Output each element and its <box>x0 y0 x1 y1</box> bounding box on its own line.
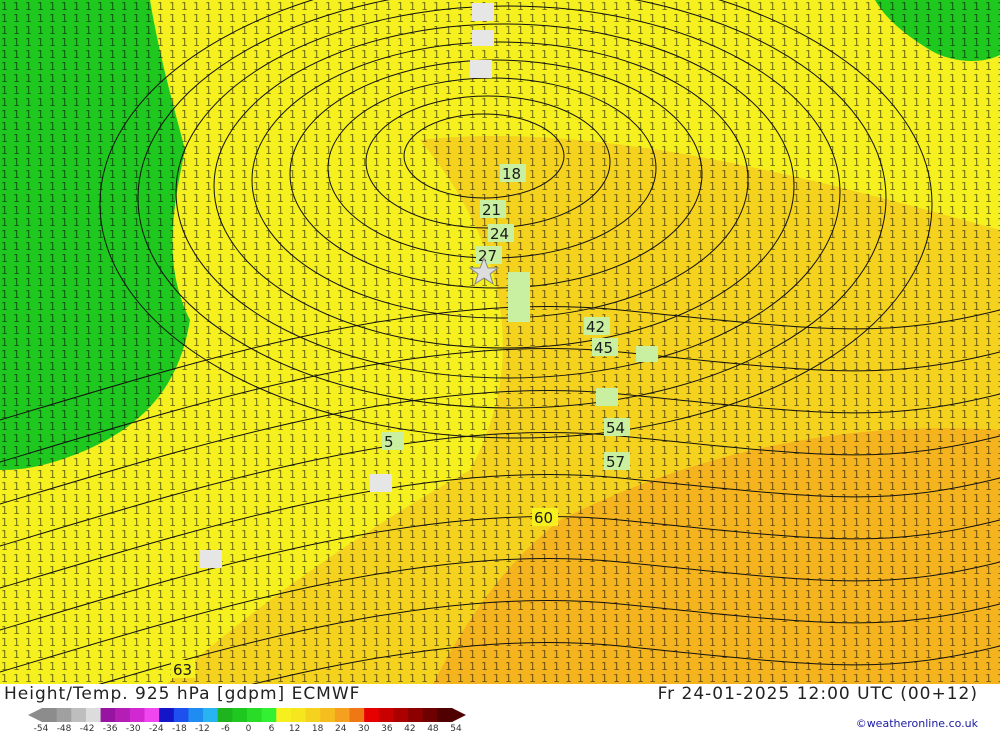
station-box <box>370 474 392 492</box>
contour-label: 45 <box>594 339 613 357</box>
legend-swatch <box>203 708 219 722</box>
legend-swatch <box>247 708 263 722</box>
legend-swatch <box>408 708 424 722</box>
contour-label: 27 <box>478 247 497 265</box>
legend-arrow-left <box>28 708 42 722</box>
legend-swatch <box>349 708 365 722</box>
contour-label: 54 <box>606 419 625 437</box>
legend-swatch <box>188 708 204 722</box>
station-box <box>470 60 492 78</box>
contour-label: 63 <box>173 661 192 679</box>
legend-swatch <box>100 708 116 722</box>
contour-label: 24 <box>490 225 509 243</box>
legend-swatch <box>85 708 102 722</box>
label-box <box>508 272 530 322</box>
credit-link[interactable]: ©weatheronline.co.uk <box>856 717 978 730</box>
legend-swatch <box>276 708 292 722</box>
weather-map: 1 18 21 24 27 <box>0 0 1000 690</box>
legend-swatch <box>232 708 248 722</box>
station-box <box>472 3 494 21</box>
legend-swatch <box>305 708 321 722</box>
legend-swatch <box>71 708 87 722</box>
legend-swatch <box>378 708 394 722</box>
map-canvas: 1 18 21 24 27 <box>0 0 1000 690</box>
legend-swatch <box>115 708 131 722</box>
contour-label: 57 <box>606 453 625 471</box>
map-title: Height/Temp. 925 hPa [gdpm] ECMWF <box>4 684 361 704</box>
contour-label: 42 <box>586 318 605 336</box>
legend-swatch <box>217 708 233 722</box>
map-footer: Height/Temp. 925 hPa [gdpm] ECMWF Fr 24-… <box>0 684 1000 734</box>
legend-swatch <box>290 708 307 722</box>
legend-arrow-right <box>452 708 466 722</box>
contour-label: 5 <box>384 433 394 451</box>
digit-overlay <box>0 0 1000 690</box>
legend-swatch <box>56 708 72 722</box>
legend-swatch <box>320 708 336 722</box>
station-box <box>472 30 494 46</box>
legend-swatch <box>129 708 145 722</box>
label-box <box>596 388 618 406</box>
legend-bar <box>28 708 466 722</box>
legend-swatch <box>393 708 409 722</box>
legend-swatch <box>159 708 175 722</box>
contour-label: 21 <box>482 201 501 219</box>
contour-label: 60 <box>534 509 553 527</box>
legend-swatch <box>144 708 160 722</box>
legend-swatch <box>422 708 438 722</box>
legend-swatch <box>42 708 58 722</box>
label-box <box>636 346 658 362</box>
valid-time: Fr 24-01-2025 12:00 UTC (00+12) <box>657 684 978 704</box>
legend-swatch <box>261 708 277 722</box>
legend-swatch <box>334 708 350 722</box>
contour-label: 18 <box>502 165 521 183</box>
legend-swatch <box>173 708 189 722</box>
legend-swatch <box>437 708 453 722</box>
legend-swatch <box>364 708 380 722</box>
station-box <box>200 550 222 568</box>
